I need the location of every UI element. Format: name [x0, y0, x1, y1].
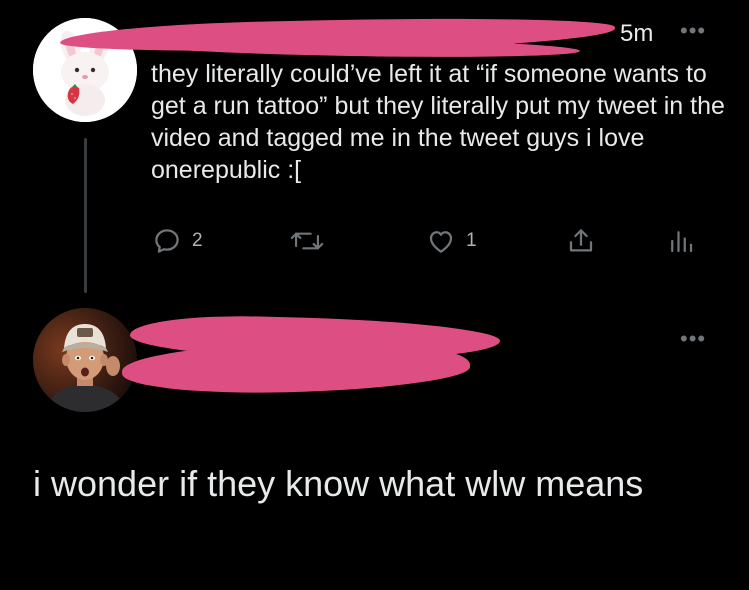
man-in-cap-photo-icon [33, 308, 137, 412]
reply-icon [155, 229, 179, 253]
tweet-timestamp[interactable]: 5m [620, 20, 653, 48]
reply-count: 2 [192, 230, 203, 251]
more-options-icon[interactable]: ••• [680, 326, 706, 352]
author-avatar[interactable] [33, 308, 137, 412]
thread-connector-line [84, 138, 87, 293]
analytics-button[interactable] [666, 224, 696, 258]
retweet-button[interactable] [290, 224, 324, 258]
tweet-text: they literally could’ve left it at “if s… [151, 60, 725, 184]
heart-icon [429, 231, 453, 253]
like-button[interactable]: 1 [426, 224, 477, 258]
retweet-icon [290, 232, 324, 250]
share-button[interactable] [566, 224, 596, 258]
share-icon [569, 229, 593, 252]
like-count: 1 [466, 230, 477, 251]
reply-button[interactable]: 2 [152, 224, 203, 258]
analytics-icon [671, 231, 693, 253]
reply-tweet-text: i wonder if they know what wlw means [33, 463, 644, 504]
more-options-icon[interactable]: ••• [680, 18, 706, 44]
